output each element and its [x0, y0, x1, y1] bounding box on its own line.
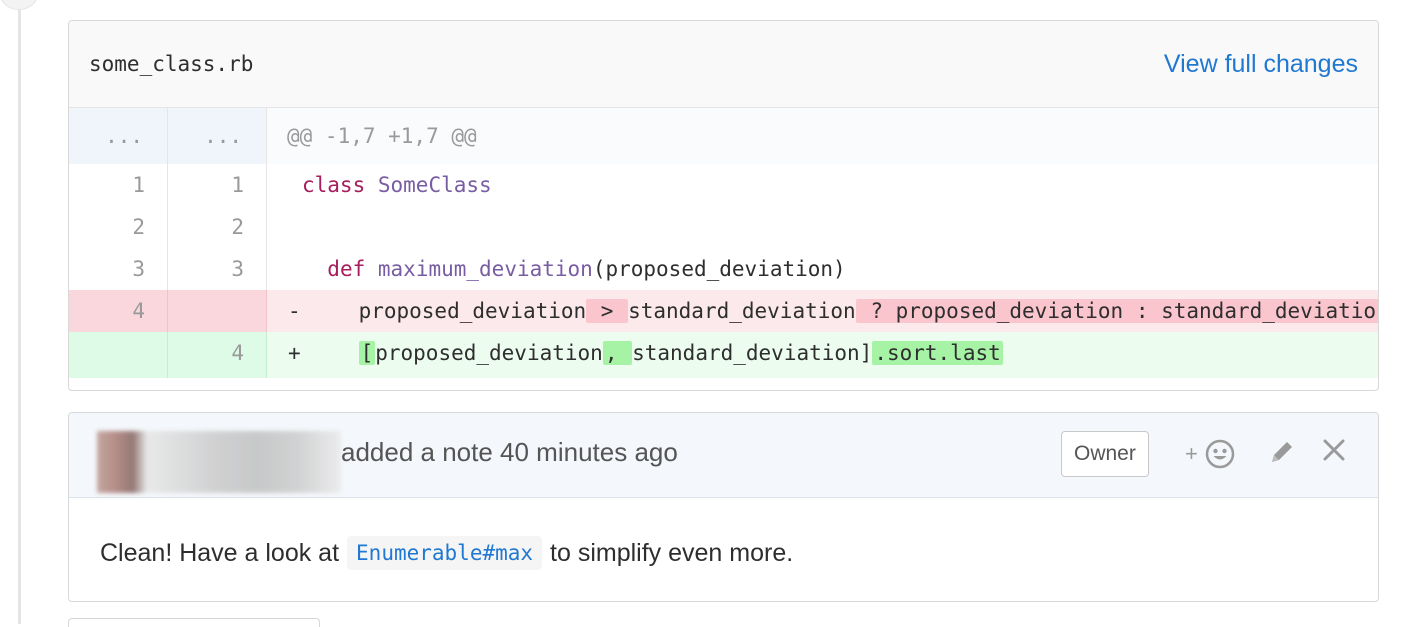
- add-reaction-button[interactable]: +: [1185, 437, 1235, 469]
- avatar[interactable]: [97, 431, 341, 493]
- note: added a note 40 minutes ago Owner + Clea…: [68, 412, 1379, 602]
- old-line-number[interactable]: [69, 332, 168, 378]
- note-header: added a note 40 minutes ago Owner +: [69, 413, 1378, 498]
- plus-icon: +: [1185, 441, 1198, 467]
- old-line-number[interactable]: 3: [69, 248, 168, 290]
- file-header: some_class.rb View full changes: [69, 21, 1378, 108]
- close-button[interactable]: [1321, 437, 1347, 470]
- timeline-dot: [0, 0, 38, 10]
- inline-code-link[interactable]: Enumerable#max: [347, 536, 543, 570]
- timeline-line: [18, 0, 21, 624]
- owner-badge: Owner: [1061, 431, 1149, 477]
- old-line-number[interactable]: ...: [69, 108, 168, 164]
- old-line-number[interactable]: 4: [69, 290, 168, 332]
- added-line: 4 + [proposed_deviation, standard_deviat…: [69, 332, 1378, 378]
- note-meta: added a note 40 minutes ago: [341, 437, 678, 467]
- code-line: + [proposed_deviation, standard_deviatio…: [267, 332, 1378, 378]
- new-line-number[interactable]: 4: [168, 332, 267, 378]
- note-text: Clean! Have a look at: [100, 538, 340, 567]
- old-line-number[interactable]: 2: [69, 206, 168, 248]
- plus-sign: +: [288, 341, 301, 365]
- diff-table: ... ... @@ -1,7 +1,7 @@ 1 1 class SomeCl…: [69, 108, 1378, 378]
- new-line-number[interactable]: 2: [168, 206, 267, 248]
- new-line-number[interactable]: 3: [168, 248, 267, 290]
- code-line: class SomeClass: [302, 173, 492, 197]
- diff-line: 3 3 def maximum_deviation(proposed_devia…: [69, 248, 1378, 290]
- old-line-number[interactable]: 1: [69, 164, 168, 206]
- note-body: Clean! Have a look at Enumerable#max to …: [69, 498, 1378, 601]
- new-line-number[interactable]: ...: [168, 108, 267, 164]
- new-line-number[interactable]: [168, 290, 267, 332]
- file-name: some_class.rb: [89, 52, 254, 76]
- hunk-header-row: ... ... @@ -1,7 +1,7 @@: [69, 108, 1378, 164]
- edit-button[interactable]: [1267, 437, 1297, 474]
- hunk-header: @@ -1,7 +1,7 @@: [287, 124, 477, 148]
- code-line: def maximum_deviation(proposed_deviation…: [327, 257, 846, 281]
- pencil-icon: [1272, 442, 1292, 462]
- diff-line: 2 2: [69, 206, 1378, 248]
- close-icon: [1323, 439, 1345, 461]
- code-line: - proposed_deviation > standard_deviatio…: [267, 290, 1378, 332]
- removed-line: 4 - proposed_deviation > standard_deviat…: [69, 290, 1378, 332]
- note-text: to simplify even more.: [550, 538, 794, 567]
- new-line-number[interactable]: 1: [168, 164, 267, 206]
- diff-line: 1 1 class SomeClass: [69, 164, 1378, 206]
- minus-sign: -: [288, 299, 301, 323]
- diff-file: some_class.rb View full changes ... ... …: [68, 20, 1379, 391]
- smiley-icon: [1205, 439, 1235, 469]
- view-full-changes-link[interactable]: View full changes: [1164, 50, 1358, 79]
- next-element-edge: [68, 618, 320, 627]
